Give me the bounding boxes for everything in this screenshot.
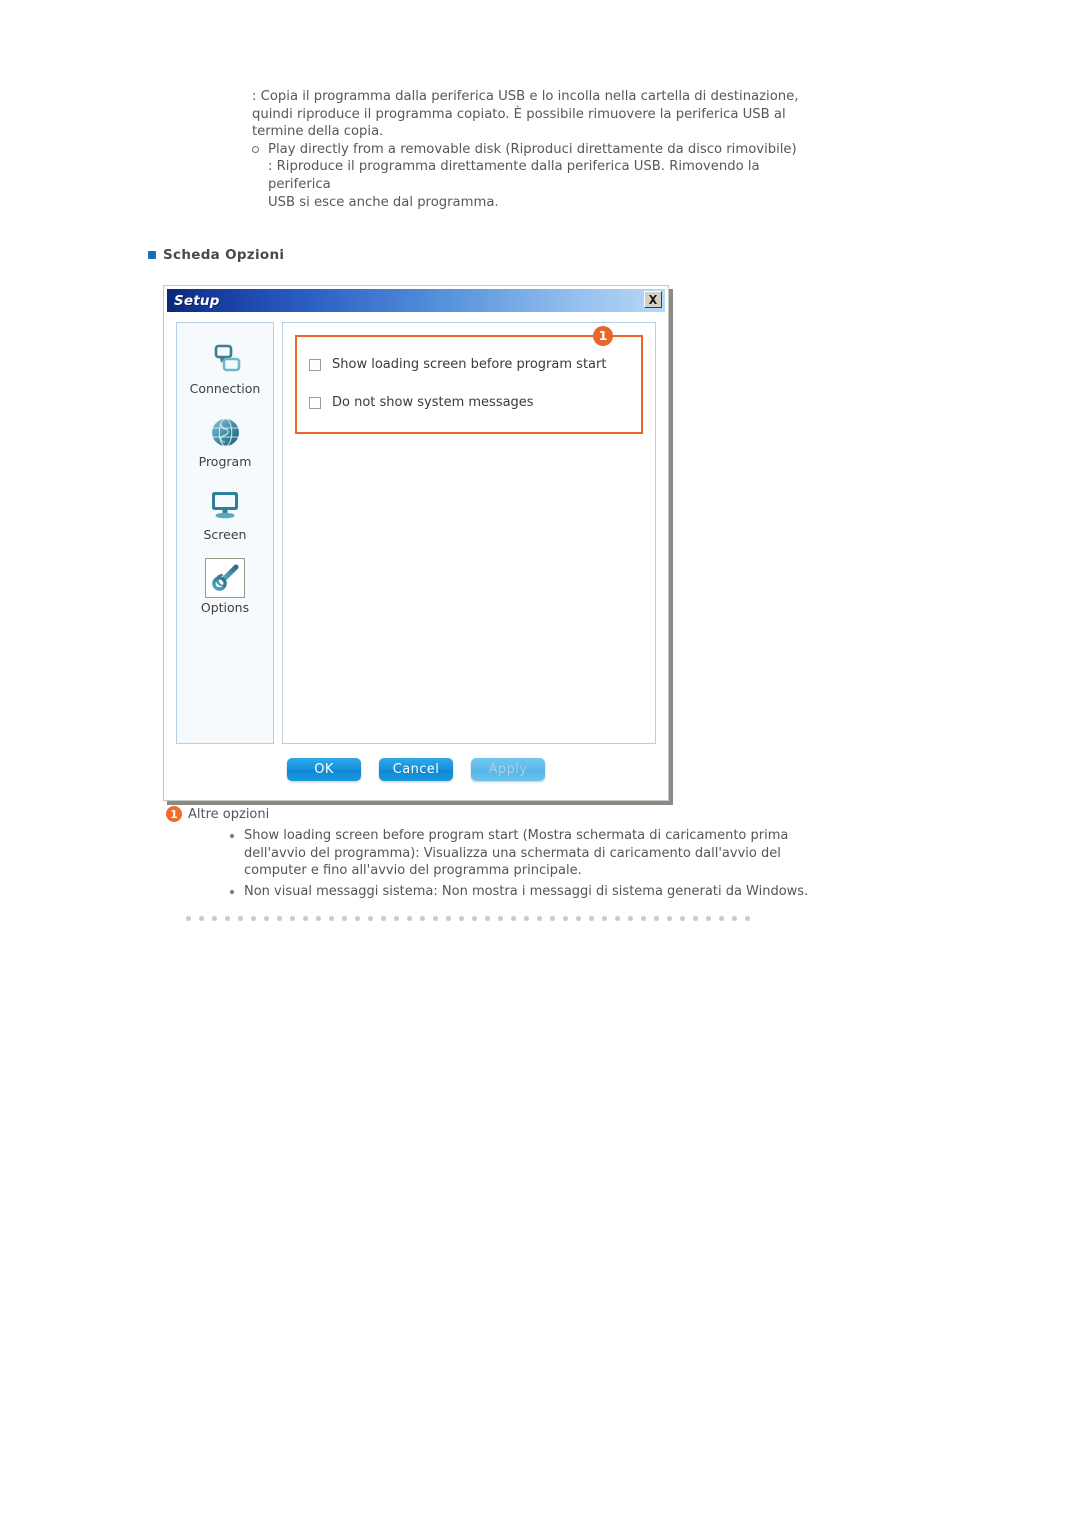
checkbox-show-loading-screen[interactable] <box>309 358 321 371</box>
close-icon[interactable] <box>644 291 662 308</box>
dialog-body: Connection Program Screen Options 1 Show… <box>164 312 668 744</box>
bullet-dot-icon <box>230 889 234 894</box>
legend-heading: 1 Altre opzioni <box>166 806 846 822</box>
legend-list: Show loading screen before program start… <box>166 827 846 900</box>
legend-list-item: Non visual messaggi sistema: Non mostra … <box>229 883 846 901</box>
nav-label-connection: Connection <box>189 381 261 396</box>
intro-bullet-line-1: : Riproduce il programma direttamente da… <box>268 159 760 192</box>
dialog-titlebar[interactable]: Setup <box>167 289 665 312</box>
options-callout-box: 1 Show loading screen before program sta… <box>295 326 643 434</box>
checkbox-row-show-loading-screen[interactable]: Show loading screen before program start <box>309 351 629 378</box>
nav-label-options: Options <box>200 600 250 615</box>
hollow-circle-bullet-icon <box>252 145 259 153</box>
dialog-title: Setup <box>174 292 220 309</box>
connection-icon <box>205 339 245 379</box>
cancel-button[interactable]: Cancel <box>379 757 453 781</box>
nav-label-screen: Screen <box>203 527 247 542</box>
legend-block: 1 Altre opzioni Show loading screen befo… <box>166 806 846 903</box>
legend-item-text: Show loading screen before program start… <box>244 828 789 878</box>
intro-line-2: quindi riproduce il programma copiato. È… <box>252 106 786 122</box>
legend-list-item: Show loading screen before program start… <box>229 827 846 880</box>
checkbox-label-show-loading-screen: Show loading screen before program start <box>332 357 607 372</box>
legend-badge-1: 1 <box>166 806 182 822</box>
legend-heading-label: Altre opzioni <box>188 806 270 822</box>
wrench-icon <box>205 558 245 598</box>
intro-bullet-item: Play directly from a removable disk (Rip… <box>252 141 812 159</box>
apply-button: Apply <box>471 757 545 781</box>
intro-line-3: termine della copia. <box>252 124 384 140</box>
callout-badge-1: 1 <box>593 326 613 346</box>
section-heading: Scheda Opzioni <box>148 247 284 263</box>
globe-icon <box>205 412 245 452</box>
checkbox-hide-system-messages[interactable] <box>309 396 321 409</box>
setup-dialog: Setup Connection Program Screen Options … <box>163 285 669 801</box>
section-heading-label: Scheda Opzioni <box>163 247 285 263</box>
dialog-content-panel: 1 Show loading screen before program sta… <box>282 322 656 744</box>
nav-label-program: Program <box>198 454 252 469</box>
monitor-icon <box>205 485 245 525</box>
ok-button[interactable]: OK <box>287 757 361 781</box>
dotted-divider <box>182 916 757 921</box>
checkbox-label-hide-system-messages: Do not show system messages <box>332 395 534 410</box>
checkbox-row-hide-system-messages[interactable]: Do not show system messages <box>309 389 629 416</box>
intro-bullet-title: Play directly from a removable disk (Rip… <box>268 141 797 157</box>
nav-item-program[interactable]: Program <box>185 412 265 469</box>
square-bullet-icon <box>148 251 156 259</box>
nav-item-screen[interactable]: Screen <box>185 485 265 542</box>
nav-item-connection[interactable]: Connection <box>185 339 265 396</box>
intro-bullet-line-2: USB si esce anche dal programma. <box>268 194 499 210</box>
intro-line-1: : Copia il programma dalla periferica US… <box>252 89 799 104</box>
nav-item-options[interactable]: Options <box>185 558 265 615</box>
dialog-nav-rail: Connection Program Screen Options <box>176 322 274 744</box>
legend-item-text: Non visual messaggi sistema: Non mostra … <box>244 883 809 899</box>
bullet-dot-icon <box>230 834 234 838</box>
intro-text-block: : Copia il programma dalla periferica US… <box>252 88 812 211</box>
dialog-footer: OK Cancel Apply <box>164 744 668 800</box>
